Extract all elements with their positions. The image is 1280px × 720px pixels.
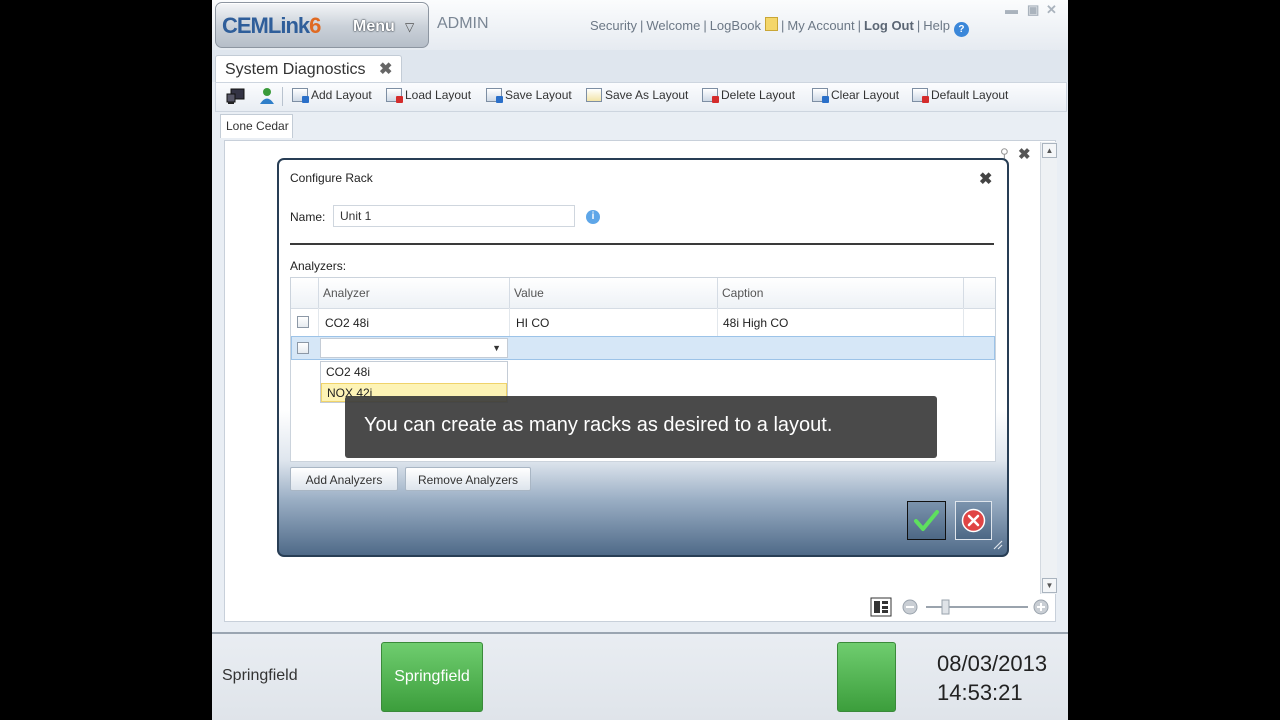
grid-header: Analyzer Value Caption — [291, 278, 995, 309]
checkmark-icon — [914, 510, 939, 531]
value-cell[interactable]: HI CO — [516, 316, 549, 330]
layout-grid-icon[interactable] — [870, 597, 892, 617]
save-as-layout-button[interactable]: Save As Layout — [586, 88, 688, 102]
scroll-up-icon[interactable]: ▲ — [1042, 143, 1057, 158]
save-layout-button[interactable]: Save Layout — [486, 88, 572, 103]
zoom-out-icon[interactable] — [902, 599, 918, 615]
add-analyzers-button[interactable]: Add Analyzers — [290, 467, 398, 491]
analyzer-cell[interactable]: CO2 48i — [325, 316, 369, 330]
zoom-in-icon[interactable] — [1033, 599, 1049, 615]
dropdown-option[interactable]: CO2 48i — [321, 363, 507, 382]
new-row-editor[interactable]: ▼ — [291, 336, 995, 360]
tab-lone-cedar[interactable]: Lone Cedar — [220, 114, 293, 138]
note-icon[interactable] — [765, 17, 779, 31]
load-layout-icon — [386, 88, 403, 103]
dialog-close-icon[interactable]: ✖ — [979, 169, 992, 189]
site-status-button[interactable]: Springfield — [381, 642, 483, 712]
my-account-link[interactable]: My Account — [787, 18, 854, 33]
resize-grip-icon[interactable] — [991, 538, 1003, 550]
column-header-value[interactable]: Value — [514, 286, 544, 300]
user-icon[interactable] — [258, 87, 276, 108]
analyzer-combobox[interactable]: ▼ — [320, 338, 508, 358]
save-as-layout-icon — [586, 88, 602, 102]
help-link[interactable]: Help — [923, 18, 950, 33]
tab-close-icon[interactable]: ✖ — [379, 59, 392, 79]
add-layout-icon — [292, 88, 309, 103]
security-link[interactable]: Security — [590, 18, 637, 33]
clear-layout-button[interactable]: Clear Layout — [812, 88, 899, 103]
info-icon[interactable]: i — [586, 210, 600, 224]
tab-label: System Diagnostics — [225, 61, 366, 78]
current-date: 08/03/2013 — [937, 651, 1048, 676]
app-window: CEMLink6 Menu ▽ ADMIN Security | Welcome | L… — [212, 0, 1068, 720]
canvas-close-icon[interactable]: ✖ — [1018, 145, 1031, 163]
dialog-title: Configure Rack — [290, 171, 373, 185]
row-checkbox[interactable] — [297, 342, 309, 354]
app-logo: CEMLink6 — [222, 13, 321, 38]
chevron-down-icon: ▽ — [405, 20, 415, 34]
load-layout-button[interactable]: Load Layout — [386, 88, 471, 103]
menu-label: Menu — [353, 18, 395, 35]
analyzers-label: Analyzers: — [290, 259, 347, 273]
close-icon[interactable]: ✕ — [1046, 2, 1057, 18]
logbook-link[interactable]: LogBook — [710, 18, 761, 33]
tab-system-diagnostics[interactable]: System Diagnostics ✖ — [215, 55, 402, 83]
add-layout-button[interactable]: Add Layout — [292, 88, 372, 103]
maximize-icon[interactable]: ▣ — [1027, 2, 1039, 18]
minimize-icon[interactable]: ▬ — [1005, 2, 1018, 17]
default-layout-icon — [912, 88, 929, 103]
log-out-link[interactable]: Log Out — [864, 18, 914, 33]
status-indicator-button[interactable] — [837, 642, 896, 712]
ok-button[interactable] — [907, 501, 946, 540]
cancel-icon — [961, 508, 986, 533]
monitor-icon[interactable] — [226, 87, 246, 108]
clear-layout-icon — [812, 88, 829, 103]
tutorial-caption: You can create as many racks as desired … — [345, 396, 937, 458]
dropdown-arrow-icon[interactable]: ▼ — [492, 343, 501, 353]
welcome-link[interactable]: Welcome — [646, 18, 700, 33]
save-layout-icon — [486, 88, 503, 103]
site-label: Springfield — [222, 667, 298, 684]
scroll-down-icon[interactable]: ▼ — [1042, 578, 1057, 593]
document-tab-strip: System Diagnostics ✖ — [212, 50, 1068, 83]
main-menu-button[interactable]: CEMLink6 Menu ▽ — [215, 2, 429, 48]
user-role: ADMIN — [437, 15, 489, 32]
toolbar-separator — [282, 87, 283, 106]
name-label: Name: — [290, 210, 326, 224]
divider — [290, 243, 994, 245]
help-icon[interactable]: ? — [953, 22, 969, 37]
zoom-bar — [870, 597, 1050, 617]
layout-toolbar: Add Layout Load Layout Save Layout Save … — [215, 82, 1067, 112]
name-field[interactable]: Unit 1 — [333, 205, 575, 227]
caption-text: You can create as many racks as desired … — [364, 414, 833, 436]
vertical-scrollbar[interactable]: ▲ ▼ — [1040, 142, 1057, 594]
caption-cell[interactable]: 48i High CO — [723, 316, 788, 330]
zoom-slider-thumb[interactable] — [941, 599, 950, 615]
remove-analyzers-button[interactable]: Remove Analyzers — [405, 467, 531, 491]
status-bar: Springfield Springfield 08/03/2013 14:53… — [212, 632, 1068, 720]
column-header-analyzer[interactable]: Analyzer — [323, 286, 370, 300]
default-layout-button[interactable]: Default Layout — [912, 88, 1008, 103]
column-header-caption[interactable]: Caption — [722, 286, 763, 300]
table-row[interactable]: CO2 48i HI CO 48i High CO — [291, 308, 995, 337]
top-bar: CEMLink6 Menu ▽ ADMIN Security | Welcome | L… — [212, 0, 1068, 51]
configure-rack-dialog: Configure Rack ✖ Name: Unit 1 i Analyzer… — [277, 158, 1009, 557]
row-checkbox[interactable] — [297, 316, 309, 328]
top-links: Security | Welcome | LogBook | My Account | Log … — [590, 17, 969, 37]
cancel-button[interactable] — [955, 501, 992, 540]
current-time: 14:53:21 — [937, 680, 1023, 705]
delete-layout-icon — [702, 88, 719, 103]
delete-layout-button[interactable]: Delete Layout — [702, 88, 795, 103]
tab-label: Lone Cedar — [226, 119, 289, 133]
